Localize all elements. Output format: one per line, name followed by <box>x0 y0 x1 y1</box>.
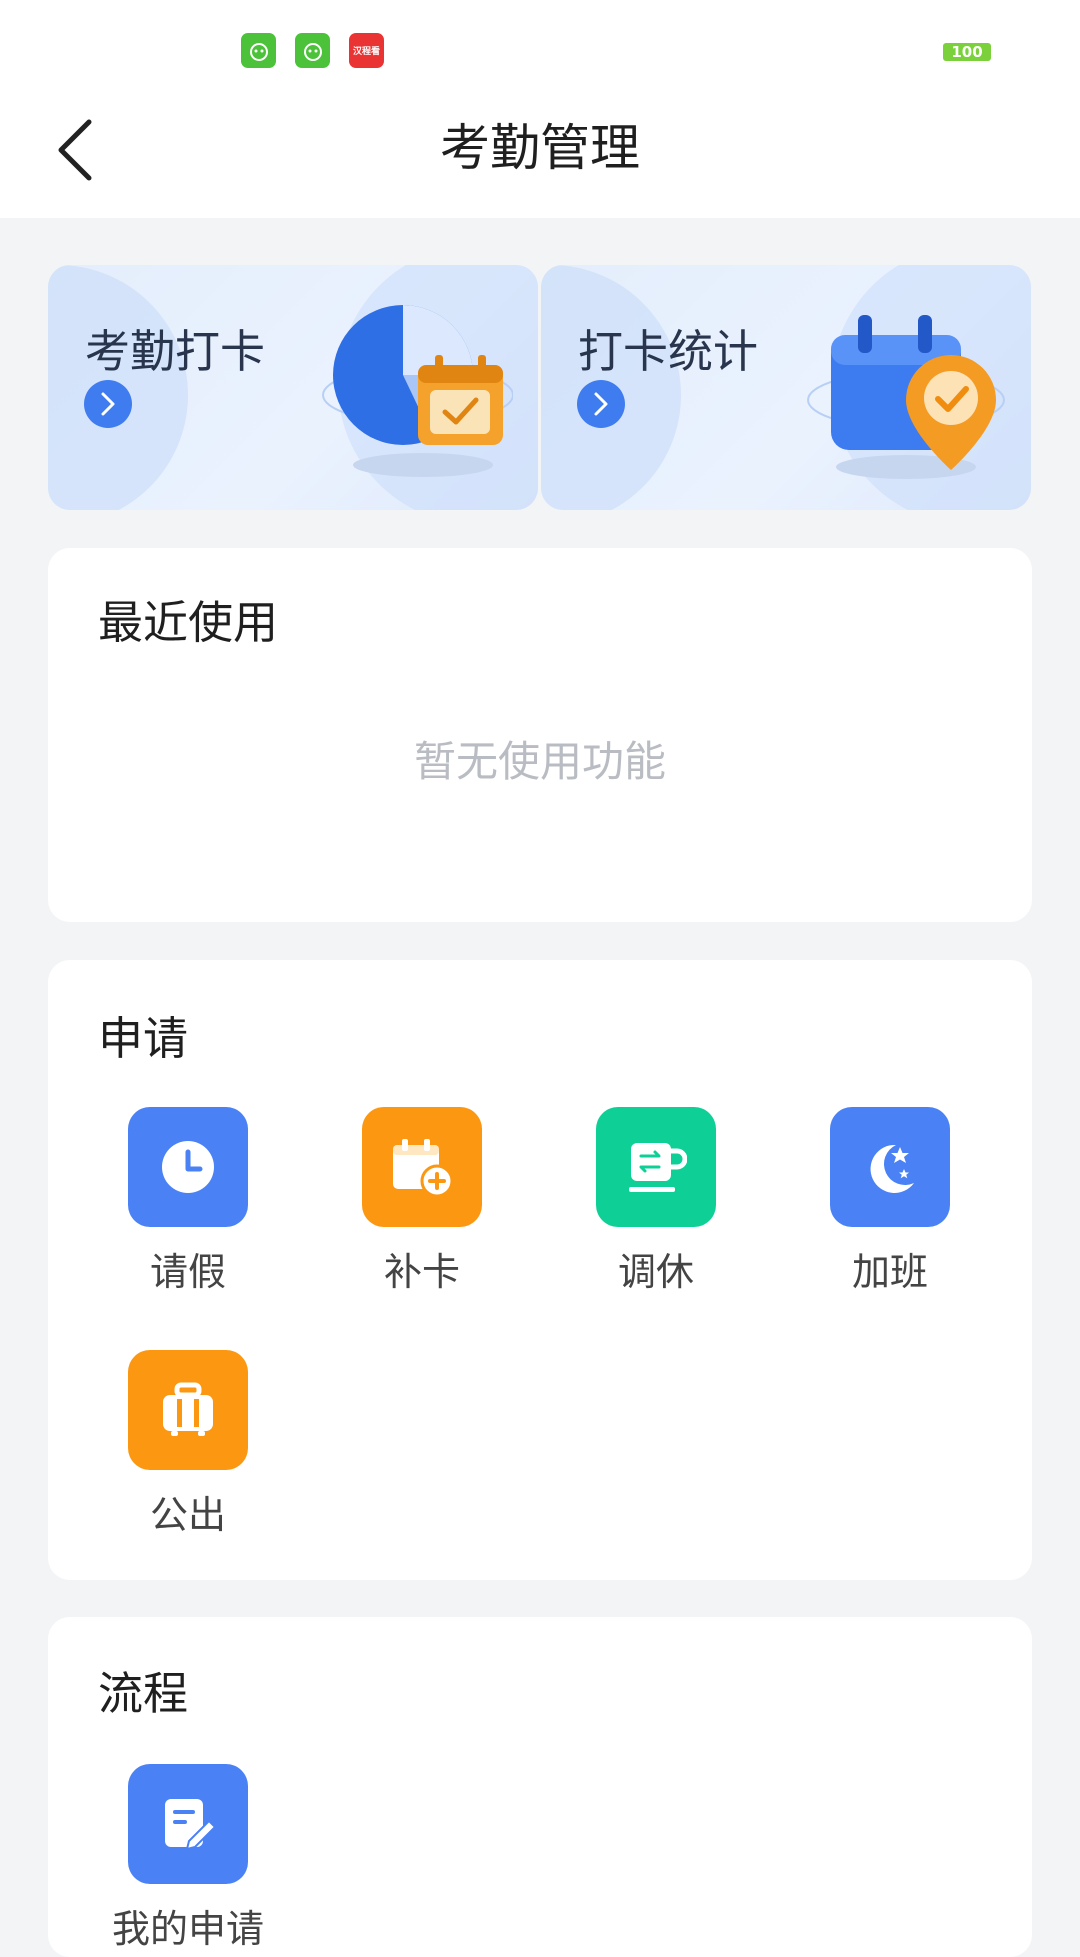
news-app-icon: 汉程看 <box>349 33 384 68</box>
section-title: 申请 <box>98 1012 189 1065</box>
status-bar: 汉程看 100 <box>0 0 1080 100</box>
empty-state-text: 暂无使用功能 <box>413 737 666 786</box>
section-title: 最近使用 <box>98 596 279 649</box>
apply-overtime-item[interactable]: 加班 <box>800 1107 980 1296</box>
document-edit-icon <box>128 1764 248 1884</box>
section-title: 流程 <box>98 1667 189 1720</box>
item-label: 公出 <box>149 1493 226 1537</box>
apply-shift-rest-item[interactable]: 调休 <box>566 1107 746 1296</box>
banner-attendance-checkin[interactable]: 考勤打卡 <box>48 265 538 510</box>
battery-indicator: 100 <box>943 43 991 61</box>
banner-checkin-statistics[interactable]: 打卡统计 <box>541 265 1031 510</box>
chevron-right-icon[interactable] <box>577 380 625 428</box>
app-notification-icon <box>241 33 276 68</box>
nav-bar: 考勤管理 <box>0 100 1080 218</box>
item-label: 加班 <box>851 1250 928 1294</box>
recent-section: 最近使用 暂无使用功能 <box>48 548 1032 922</box>
banner-label: 打卡统计 <box>578 325 759 378</box>
item-label: 调休 <box>617 1250 694 1294</box>
apply-leave-item[interactable]: 请假 <box>98 1107 278 1296</box>
pie-chart-calendar-icon <box>322 305 513 477</box>
flow-my-applications-item[interactable]: 我的申请 <box>98 1764 278 1953</box>
apply-business-trip-item[interactable]: 公出 <box>98 1350 278 1539</box>
calendar-location-check-icon <box>807 315 1005 479</box>
page-title: 考勤管理 <box>440 119 640 177</box>
flow-section: 流程 我的申请 <box>48 1617 1032 1957</box>
calendar-add-icon <box>362 1107 482 1227</box>
app-notification-icon <box>295 33 330 68</box>
swap-cup-icon <box>596 1107 716 1227</box>
item-label: 补卡 <box>383 1250 460 1294</box>
suitcase-icon <box>128 1350 248 1470</box>
item-label: 我的申请 <box>111 1907 264 1951</box>
moon-stars-icon <box>830 1107 950 1227</box>
chevron-right-icon[interactable] <box>84 380 132 428</box>
item-label: 请假 <box>149 1250 226 1294</box>
banner-label: 考勤打卡 <box>85 325 266 378</box>
apply-makeup-checkin-item[interactable]: 补卡 <box>332 1107 512 1296</box>
apply-section: 申请 请假 补卡 调休 加班 公出 <box>48 960 1032 1580</box>
clock-icon <box>128 1107 248 1227</box>
